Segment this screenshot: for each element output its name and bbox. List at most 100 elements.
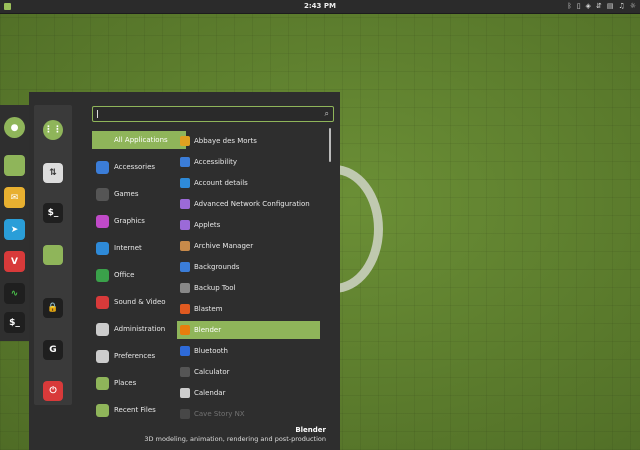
category-label: Internet	[114, 244, 142, 252]
application-menu: ⋮⋮ ⇅ $_ 🔒 G ⏻ ⌕ All Applications Accessor…	[29, 92, 340, 450]
category-places[interactable]: Places	[92, 374, 186, 392]
category-label: Office	[114, 271, 135, 279]
system-monitor-icon[interactable]: ∿	[4, 283, 25, 304]
category-icon	[96, 187, 109, 201]
app-label: Backup Tool	[194, 284, 236, 292]
app-item[interactable]: Advanced Network Configuration	[177, 195, 320, 213]
category-icon	[96, 160, 109, 174]
search-input[interactable]: ⌕	[92, 106, 334, 122]
app-item[interactable]: Cave Story NX	[177, 405, 320, 423]
network-icon[interactable]: ⇵	[596, 2, 602, 10]
app-item[interactable]: Archive Manager	[177, 237, 320, 255]
system-settings-icon[interactable]: ⇅	[43, 163, 63, 183]
app-item[interactable]: Applets	[177, 216, 320, 234]
shield-icon[interactable]: ◈	[586, 2, 591, 10]
app-label: Backgrounds	[194, 263, 240, 271]
bluetooth-icon[interactable]: ᛒ	[567, 2, 571, 10]
app-label: Abbaye des Morts	[194, 137, 257, 145]
app-item[interactable]: Backgrounds	[177, 258, 320, 276]
volume-icon[interactable]: ♫	[618, 2, 624, 10]
app-icon	[180, 367, 190, 377]
text-caret	[97, 110, 98, 118]
dock: ● ✉ ➤ V ∿ $_	[0, 105, 29, 341]
system-tray: ᛒ ▯ ◈ ⇵ ▤ ♫ ☼	[567, 2, 636, 10]
brightness-icon[interactable]: ☼	[630, 2, 636, 10]
category-icon	[96, 322, 109, 336]
category-graphics[interactable]: Graphics	[92, 212, 186, 230]
app-label: Bluetooth	[194, 347, 228, 355]
app-icon	[180, 388, 190, 398]
app-item[interactable]: Abbaye des Morts	[177, 132, 320, 150]
app-icon	[180, 178, 190, 188]
mail-icon[interactable]: ✉	[4, 187, 25, 208]
category-icon	[96, 241, 109, 255]
app-item[interactable]: Blender	[177, 321, 320, 339]
software-manager-icon[interactable]: ⋮⋮	[43, 120, 63, 140]
app-label: Cave Story NX	[194, 410, 245, 418]
app-icon	[180, 262, 190, 272]
terminal-icon[interactable]: $_	[43, 203, 63, 223]
app-item[interactable]: Blastem	[177, 300, 320, 318]
app-item[interactable]: Calculator	[177, 363, 320, 381]
scrollbar[interactable]	[329, 128, 331, 162]
category-icon	[96, 214, 109, 228]
app-icon	[180, 241, 190, 251]
app-label: Applets	[194, 221, 221, 229]
category-preferences[interactable]: Preferences	[92, 347, 186, 365]
category-icon	[96, 134, 109, 147]
app-label: Archive Manager	[194, 242, 254, 250]
category-icon	[96, 403, 109, 417]
category-icon	[96, 376, 109, 390]
category-label: Preferences	[114, 352, 156, 360]
app-label: Calendar	[194, 389, 226, 397]
category-internet[interactable]: Internet	[92, 239, 186, 257]
category-games[interactable]: Games	[92, 185, 186, 203]
category-icon	[96, 268, 109, 282]
app-label: Blastem	[194, 305, 223, 313]
category-label: All Applications	[114, 136, 168, 144]
category-icon	[96, 295, 109, 309]
app-label: Account details	[194, 179, 248, 187]
terminal-icon[interactable]: $_	[4, 312, 25, 333]
favorites-bar: ⋮⋮ ⇅ $_ 🔒 G ⏻	[34, 105, 72, 405]
app-icon	[180, 409, 190, 419]
shutdown-icon[interactable]: ⏻	[43, 381, 63, 401]
category-office[interactable]: Office	[92, 266, 186, 284]
printer-icon[interactable]: ▤	[607, 2, 614, 10]
category-label: Graphics	[114, 217, 145, 225]
app-icon	[180, 304, 190, 314]
logout-icon[interactable]: G	[43, 340, 63, 360]
clipboard-icon[interactable]: ▯	[577, 2, 581, 10]
files-icon[interactable]	[4, 155, 25, 176]
top-panel: 2:43 PM ᛒ ▯ ◈ ⇵ ▤ ♫ ☼	[0, 0, 640, 14]
vivaldi-icon[interactable]: V	[4, 251, 25, 272]
selected-app-description: 3D modeling, animation, rendering and po…	[144, 435, 326, 443]
app-item[interactable]: Account details	[177, 174, 320, 192]
category-sound-video[interactable]: Sound & Video	[92, 293, 186, 311]
category-label: Recent Files	[114, 406, 156, 414]
mint-menu-icon[interactable]: ●	[4, 117, 25, 138]
app-item[interactable]: Bluetooth	[177, 342, 320, 360]
category-label: Places	[114, 379, 137, 387]
folder-icon[interactable]	[43, 245, 63, 265]
clock[interactable]: 2:43 PM	[0, 2, 640, 10]
search-icon[interactable]: ⌕	[325, 109, 329, 119]
app-label: Blender	[194, 326, 222, 334]
telegram-icon[interactable]: ➤	[4, 219, 25, 240]
category-recent-files[interactable]: Recent Files	[92, 401, 186, 419]
selected-app-name: Blender	[295, 426, 326, 434]
app-icon	[180, 283, 190, 293]
app-item[interactable]: Backup Tool	[177, 279, 320, 297]
category-label: Games	[114, 190, 139, 198]
app-icon	[180, 325, 190, 335]
category-administration[interactable]: Administration	[92, 320, 186, 338]
app-item[interactable]: Accessibility	[177, 153, 320, 171]
app-icon	[180, 157, 190, 167]
app-icon	[180, 136, 190, 146]
app-icon	[180, 199, 190, 209]
app-item[interactable]: Calendar	[177, 384, 320, 402]
lock-screen-icon[interactable]: 🔒	[43, 298, 63, 318]
app-label: Calculator	[194, 368, 230, 376]
category-all-applications[interactable]: All Applications	[92, 131, 186, 149]
category-accessories[interactable]: Accessories	[92, 158, 186, 176]
